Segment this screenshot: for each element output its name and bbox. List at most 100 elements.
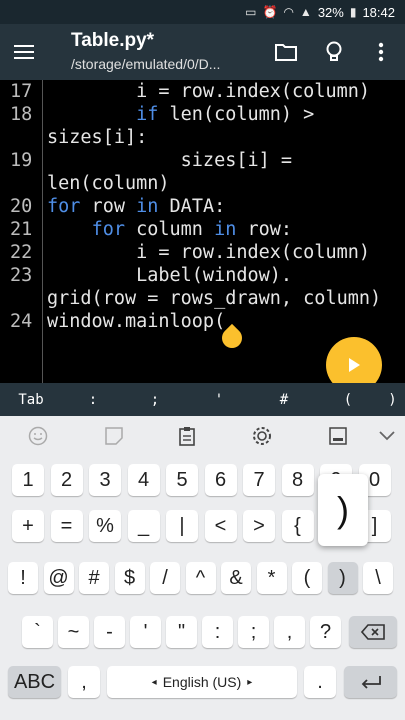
space-left-arrow-icon: ◂ [151, 676, 157, 688]
period-key[interactable]: . [304, 666, 336, 698]
symbol-bar: Tab:; ' #() [0, 383, 405, 416]
key[interactable]: 5 [166, 464, 198, 496]
space-label: English (US) [162, 674, 242, 690]
symbol-key[interactable]: ; [124, 392, 186, 408]
line-number: 22 [10, 242, 33, 263]
key[interactable]: _ [127, 510, 160, 542]
gutter-divider [42, 80, 43, 383]
line-number: 20 [10, 196, 33, 217]
line-number: 21 [10, 219, 33, 240]
more-vert-icon[interactable] [367, 38, 395, 66]
emoji-icon[interactable] [26, 424, 50, 448]
file-title: Table.py* [71, 30, 155, 51]
clipboard-icon[interactable] [175, 424, 199, 448]
line-number: 19 [10, 150, 33, 171]
code-keyword: for [91, 219, 125, 240]
key[interactable]: ~ [58, 616, 89, 648]
battery-icon: ▮ [349, 5, 357, 19]
app-bar: Table.py* /storage/emulated/0/D... [0, 24, 405, 80]
enter-key[interactable] [344, 666, 397, 698]
settings-gear-icon[interactable] [250, 424, 274, 448]
key[interactable]: ! [8, 562, 38, 594]
line-number: 23 [10, 265, 33, 286]
key[interactable]: + [12, 510, 44, 542]
key[interactable]: ` [22, 616, 53, 648]
key[interactable]: 8 [281, 464, 314, 496]
key[interactable]: | [166, 510, 198, 542]
code-text: column [124, 219, 215, 240]
sticker-icon[interactable] [102, 424, 126, 448]
key[interactable]: ( [292, 562, 322, 594]
key[interactable]: < [204, 510, 237, 542]
code-keyword: for [47, 196, 81, 217]
alarm-icon: ⏰ [262, 5, 278, 19]
code-text: len(column) [47, 173, 170, 194]
key[interactable]: " [166, 616, 197, 648]
code-keyword: in [136, 196, 159, 217]
key[interactable]: ' [130, 616, 161, 648]
keyboard-mode-icon[interactable] [326, 424, 350, 448]
code-text: Label(window). [136, 265, 293, 286]
symbol-key[interactable]: ) [380, 392, 405, 408]
code-text: grid(row = rows_drawn, column) [47, 288, 382, 309]
code-text: sizes[i]: [47, 127, 148, 148]
key[interactable]: ) [327, 562, 358, 594]
key[interactable]: 4 [127, 464, 160, 496]
key[interactable]: : [202, 616, 233, 648]
key[interactable]: * [256, 562, 287, 594]
line-number: 24 [10, 311, 33, 332]
run-button[interactable] [326, 337, 382, 383]
code-text: row: [236, 219, 293, 240]
key[interactable]: / [150, 562, 180, 594]
key[interactable]: % [89, 510, 121, 542]
symbol-key[interactable]: Tab [0, 392, 62, 408]
key[interactable]: ; [238, 616, 269, 648]
symbol-key[interactable]: : [62, 392, 124, 408]
key[interactable]: > [243, 510, 275, 542]
key[interactable]: 6 [204, 464, 237, 496]
key[interactable]: \ [363, 562, 393, 594]
wifi-icon: ◠ [283, 5, 294, 19]
key[interactable]: , [274, 616, 305, 648]
backspace-icon [361, 624, 385, 640]
abc-key[interactable]: ABC [8, 666, 61, 698]
symbol-key[interactable]: # [252, 392, 316, 408]
menu-icon[interactable] [14, 38, 42, 66]
key[interactable]: $ [114, 562, 145, 594]
symbol-key[interactable]: ( [316, 392, 380, 408]
code-text: DATA: [158, 196, 226, 217]
key[interactable]: { [281, 510, 314, 542]
code-text: i = row.index(column) [136, 81, 371, 102]
soft-keyboard: 1234567890+=%_|<>{}]!@#$/^&*()\`~-'":;,?… [0, 416, 405, 720]
lightbulb-icon[interactable] [320, 38, 348, 66]
key[interactable]: - [94, 616, 125, 648]
key[interactable]: 7 [243, 464, 275, 496]
space-key[interactable]: ◂ English (US) ▸ [107, 666, 297, 698]
folder-icon[interactable] [272, 38, 300, 66]
backspace-key[interactable] [349, 616, 397, 648]
key[interactable]: & [221, 562, 251, 594]
key[interactable]: # [79, 562, 109, 594]
key[interactable]: @ [43, 562, 74, 594]
collapse-keyboard-icon[interactable] [375, 424, 399, 448]
key[interactable]: ^ [185, 562, 216, 594]
status-bar: ▭ ⏰ ◠ ▲ 32% ▮ 18:42 [0, 0, 405, 24]
key[interactable]: = [50, 510, 83, 542]
key[interactable]: 1 [12, 464, 44, 496]
code-keyword: in [214, 219, 237, 240]
code-keyword: if [136, 104, 159, 125]
comma-key[interactable]: , [68, 666, 100, 698]
key[interactable]: 3 [89, 464, 121, 496]
battery-percent: 32% [317, 4, 344, 20]
symbol-key[interactable]: ' [186, 392, 252, 408]
key[interactable]: 2 [50, 464, 83, 496]
clock: 18:42 [362, 4, 395, 20]
code-editor[interactable]: 17 i = row.index(column) 18 if len(column… [0, 80, 405, 383]
key[interactable]: ? [310, 616, 341, 648]
